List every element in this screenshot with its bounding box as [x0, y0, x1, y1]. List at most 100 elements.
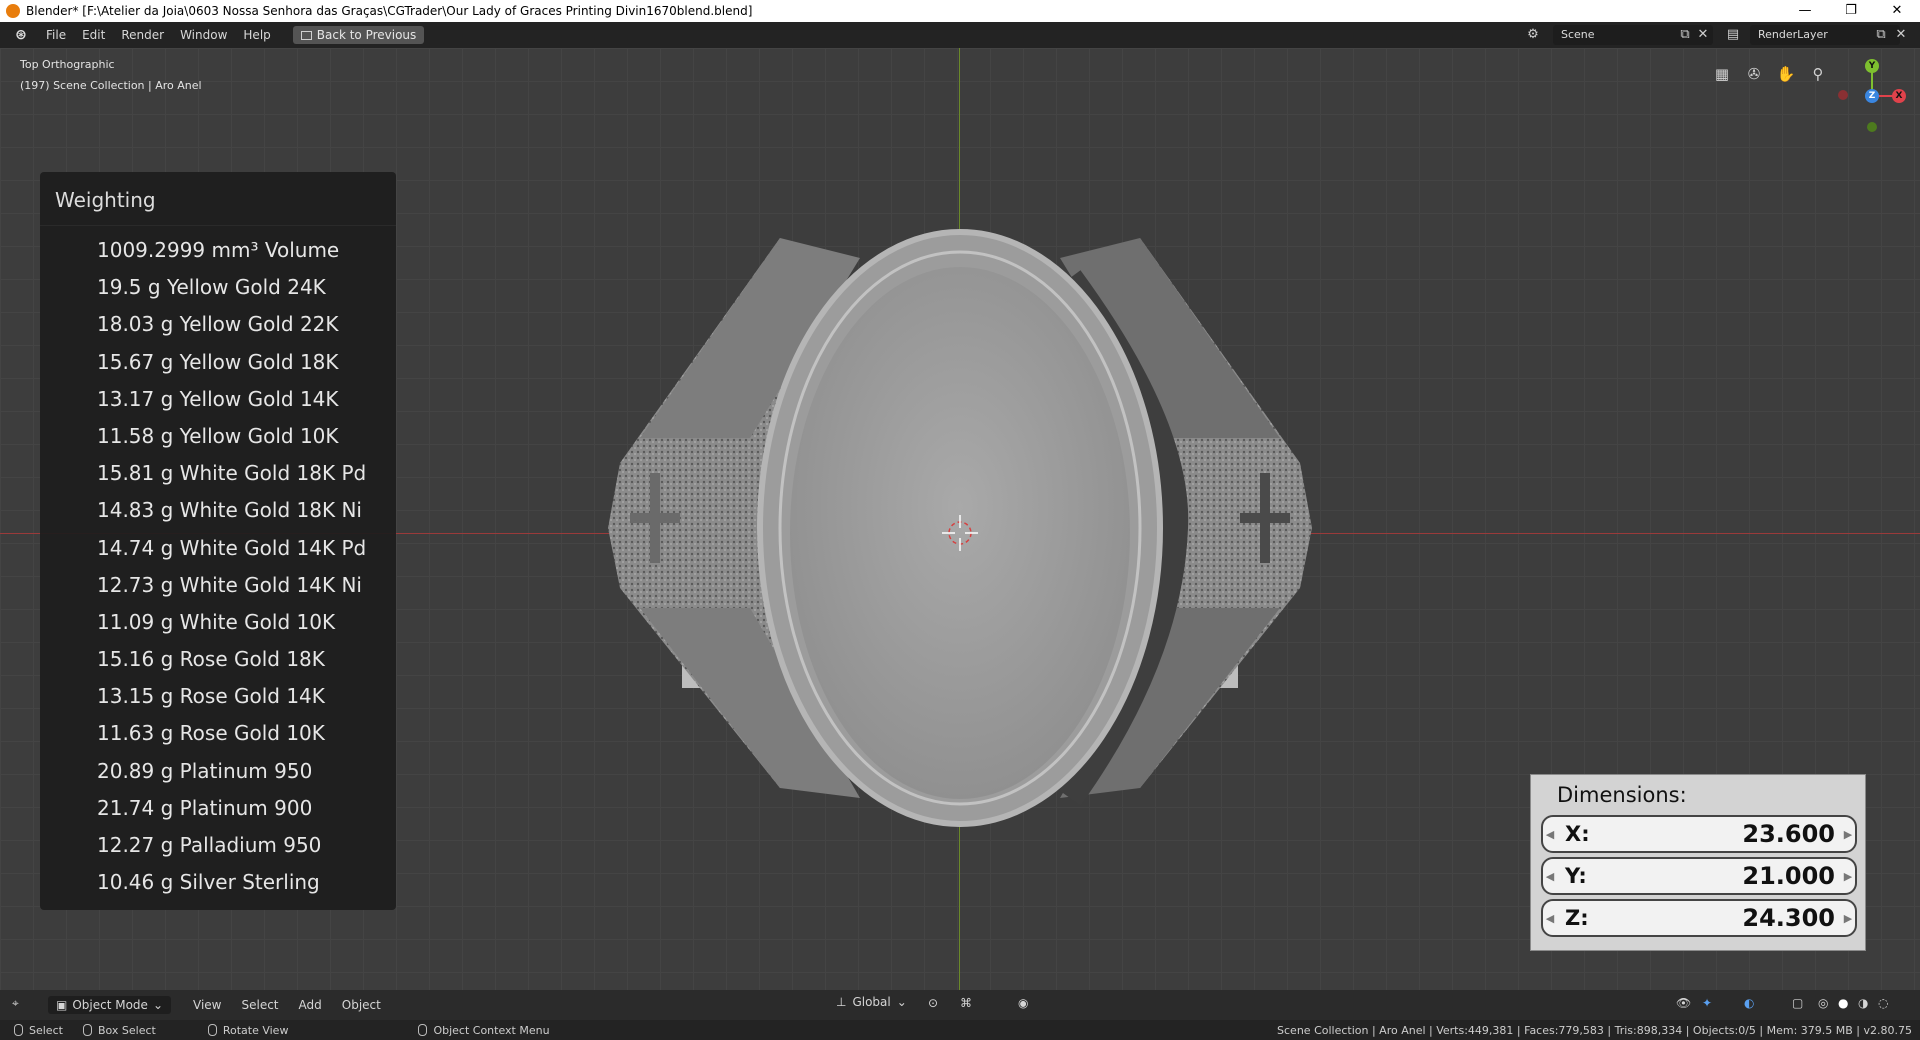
menu-window[interactable]: Window [172, 28, 235, 42]
gizmo-neg-y[interactable] [1867, 122, 1877, 132]
menu-object[interactable]: Object [332, 998, 391, 1012]
render-layer-name: RenderLayer [1758, 28, 1828, 41]
list-item: 11.09 g White Gold 10K [97, 609, 336, 634]
remove-scene-icon[interactable]: ✕ [1694, 26, 1712, 44]
dimension-x-value: 23.600 [1742, 820, 1835, 848]
menu-select[interactable]: Select [231, 998, 288, 1012]
material-shading-icon[interactable]: ◑ [1858, 996, 1868, 1010]
dimension-z-field[interactable]: ◀ Z: 24.300 ▶ [1541, 899, 1857, 937]
back-to-previous-button[interactable]: Back to Previous [292, 26, 425, 44]
dimension-y-value: 21.000 [1742, 862, 1835, 890]
restore-button[interactable]: ❐ [1828, 0, 1874, 22]
grid-view-icon[interactable]: ▦ [1710, 62, 1734, 86]
scene-name: Scene [1561, 28, 1595, 41]
status-rotate-label: Rotate View [222, 1023, 289, 1037]
list-item: 12.27 g Palladium 950 [97, 833, 322, 857]
menu-render[interactable]: Render [113, 28, 172, 42]
new-layer-icon[interactable]: ⧉ [1872, 26, 1890, 44]
decrement-icon[interactable]: ◀ [1543, 870, 1557, 883]
weighting-title: Weighting [40, 172, 396, 226]
back-to-previous-label: Back to Previous [316, 28, 417, 42]
status-box-select: Box Select [82, 1023, 156, 1037]
rendered-shading-icon[interactable]: ◌ [1878, 996, 1888, 1010]
proportional-edit-icon[interactable]: ◉ [1018, 996, 1028, 1010]
solid-shading-icon[interactable]: ● [1838, 996, 1848, 1010]
menu-add[interactable]: Add [289, 998, 332, 1012]
xray-icon[interactable]: ▢ [1792, 996, 1803, 1010]
status-box-select-label: Box Select [97, 1023, 156, 1037]
list-item: 15.67 g Yellow Gold 18K [97, 349, 339, 374]
list-item: 13.15 g Rose Gold 14K [97, 684, 325, 709]
list-item: 11.63 g Rose Gold 10K [97, 721, 325, 746]
increment-icon[interactable]: ▶ [1841, 870, 1855, 883]
window-controls: — ❐ ✕ [1782, 0, 1920, 22]
increment-icon[interactable]: ▶ [1841, 828, 1855, 841]
menu-help[interactable]: Help [235, 28, 278, 42]
dimension-y-label: Y: [1565, 864, 1587, 888]
blender-logo-icon[interactable]: ⊛ [10, 27, 32, 43]
zoom-icon[interactable]: ⚲ [1806, 62, 1830, 86]
overlay-toggle-icon[interactable]: ◐ [1744, 996, 1754, 1010]
gizmo-toggle-icon[interactable]: ✦ [1702, 996, 1712, 1010]
close-window-button[interactable]: ✕ [1874, 0, 1920, 22]
menu-view[interactable]: View [183, 998, 231, 1012]
status-select-label: Select [29, 1023, 63, 1037]
mouse-middle-icon [207, 1024, 217, 1036]
dimension-x-label: X: [1565, 822, 1590, 846]
camera-view-icon[interactable]: ✇ [1742, 62, 1766, 86]
list-item: 20.89 g Platinum 950 [97, 758, 313, 783]
decrement-icon[interactable]: ◀ [1543, 828, 1557, 841]
new-scene-icon[interactable]: ⧉ [1676, 26, 1694, 44]
gizmo-neg-x[interactable] [1838, 90, 1848, 100]
transform-orientation[interactable]: ⊥ Global ⌄ [836, 995, 907, 1009]
dimension-x-field[interactable]: ◀ X: 23.600 ▶ [1541, 815, 1857, 853]
list-item: 10.46 g Silver Sterling [97, 870, 320, 895]
mouse-right-icon [418, 1024, 428, 1036]
decrement-icon[interactable]: ◀ [1543, 912, 1557, 925]
mouse-drag-icon [82, 1024, 92, 1036]
dimension-y-field[interactable]: ◀ Y: 21.000 ▶ [1541, 857, 1857, 895]
gizmo-x-axis[interactable]: X [1892, 89, 1906, 103]
increment-icon[interactable]: ▶ [1841, 912, 1855, 925]
chevron-down-icon: ⌄ [896, 995, 907, 1009]
pivot-icon[interactable]: ⊙ [928, 996, 938, 1010]
gizmo-y-axis[interactable]: Y [1865, 59, 1879, 73]
minimize-button[interactable]: — [1782, 0, 1828, 22]
blender-app-icon [6, 4, 20, 18]
menu-file[interactable]: File [38, 28, 74, 42]
dimensions-panel: Dimensions: ◀ X: 23.600 ▶ ◀ Y: 21.000 ▶ … [1530, 774, 1866, 951]
snap-icon[interactable]: ⌘ [960, 996, 972, 1010]
weighting-list: 1009.2999 mm³ Volume 19.5 g Yellow Gold … [40, 226, 396, 901]
mode-selector[interactable]: ▣ Object Mode ⌄ [48, 996, 171, 1014]
editor-type-icon[interactable]: ⌖ [12, 996, 19, 1011]
list-item: 21.74 g Platinum 900 [97, 795, 313, 820]
list-item: 14.74 g White Gold 14K Pd [97, 535, 367, 560]
status-rotate: Rotate View [207, 1023, 289, 1037]
view-layer-icon[interactable]: ▤ [1724, 26, 1742, 44]
remove-layer-icon[interactable]: ✕ [1892, 26, 1910, 44]
dimension-z-label: Z: [1565, 906, 1589, 930]
dimensions-title: Dimensions: [1557, 783, 1687, 807]
top-menubar: ⊛ File Edit Render Window Help Back to P… [0, 22, 1920, 48]
gizmo-z-axis[interactable]: Z [1865, 89, 1879, 103]
orientation-label: Global [852, 995, 891, 1009]
viewport-header: ⌖ ▣ Object Mode ⌄ View Select Add Object… [0, 990, 1920, 1020]
ring-face [790, 267, 1130, 799]
object-mode-icon: ▣ [56, 998, 68, 1012]
scene-statistics: Scene Collection | Aro Anel | Verts:449,… [1277, 1023, 1912, 1037]
pan-hand-icon[interactable]: ✋ [1774, 62, 1798, 86]
view-name: Top Orthographic [20, 58, 115, 71]
visibility-icon[interactable]: 👁 [1676, 996, 1691, 1010]
viewport-nav-icons: ▦ ✇ ✋ ⚲ [1710, 62, 1830, 86]
list-item: 13.17 g Yellow Gold 14K [97, 386, 339, 411]
menu-edit[interactable]: Edit [74, 28, 113, 42]
wireframe-shading-icon[interactable]: ◎ [1818, 996, 1828, 1010]
list-item: 14.83 g White Gold 18K Ni [97, 498, 362, 523]
ring-model[interactable] [600, 228, 1320, 888]
navigation-gizmo[interactable]: Y X Z [1832, 56, 1912, 136]
list-item: 18.03 g Yellow Gold 22K [97, 312, 339, 337]
list-item: 11.58 g Yellow Gold 10K [97, 423, 339, 448]
scene-selector-icon[interactable]: ⚙ [1524, 26, 1542, 44]
list-item: 1009.2999 mm³ Volume [97, 238, 340, 262]
3d-viewport[interactable]: Top Orthographic (197) Scene Collection … [0, 48, 1920, 998]
